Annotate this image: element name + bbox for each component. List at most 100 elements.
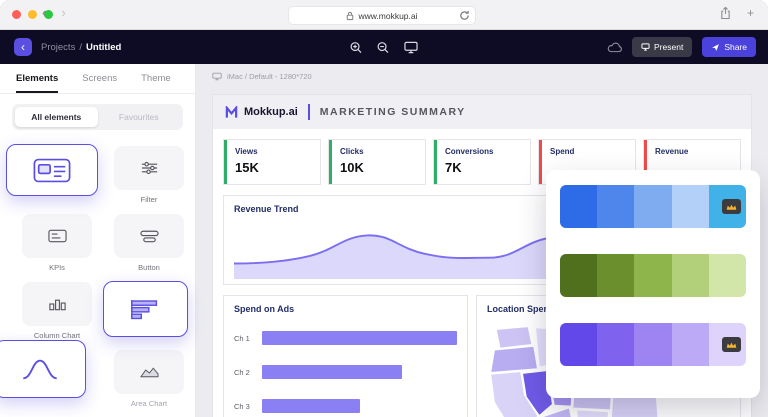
browser-window: ‹ › www.mokkup.ai + ‹ Projects / Unt — [0, 0, 768, 417]
color-swatch — [634, 323, 671, 366]
color-palette-panel — [546, 170, 760, 398]
address-bar[interactable]: www.mokkup.ai — [288, 6, 476, 25]
color-swatch — [597, 254, 634, 297]
area-chart-icon — [140, 365, 159, 379]
bar-row: Ch 2 — [234, 362, 457, 382]
app-header: ‹ Projects / Untitled — [0, 30, 768, 64]
premium-crown-badge — [722, 199, 741, 214]
breadcrumb-projects[interactable]: Projects — [41, 42, 75, 53]
breadcrumb-untitled: Untitled — [86, 42, 121, 53]
zoom-in-icon[interactable] — [350, 41, 363, 54]
kpi-value: 15K — [235, 160, 312, 175]
browser-forward-button[interactable]: › — [61, 5, 65, 20]
share-page-icon[interactable] — [720, 6, 731, 20]
bar-ch2 — [262, 365, 402, 379]
color-swatch — [672, 185, 709, 228]
kpi-label: Clicks — [340, 147, 417, 156]
kpi-label: Revenue — [655, 147, 732, 156]
kpi-card-icon — [48, 229, 67, 243]
tile-label-button: Button — [138, 263, 160, 272]
tile-label-column-chart: Column Chart — [34, 331, 80, 340]
browser-toolbar: ‹ › www.mokkup.ai + — [0, 0, 768, 30]
dragged-element-area-curve[interactable] — [0, 340, 86, 398]
tile-label-kpis: KPIs — [49, 263, 65, 272]
tab-elements[interactable]: Elements — [16, 73, 58, 84]
kpi-label: Conversions — [445, 147, 522, 156]
lock-icon — [346, 11, 354, 21]
color-swatch — [597, 323, 634, 366]
kpi-card-clicks[interactable]: Clicks 10K — [328, 139, 426, 185]
cloud-sync-icon — [607, 42, 622, 53]
button-element-icon — [140, 229, 159, 243]
minimize-window-button[interactable] — [28, 10, 37, 19]
share-plane-icon — [711, 43, 720, 52]
element-tile-kpis[interactable]: KPIs — [16, 214, 98, 282]
element-tile-area-chart[interactable]: Area Chart — [108, 350, 190, 417]
kpi-accent-bar — [329, 140, 332, 184]
spend-on-ads-card[interactable]: Spend on Ads Ch 1 Ch 2 Ch 3 — [223, 295, 468, 417]
url-text: www.mokkup.ai — [358, 11, 417, 21]
elements-filter-toggle: All elements Favourites — [12, 104, 183, 130]
new-tab-icon[interactable]: + — [747, 6, 754, 20]
dragged-element-image-card[interactable] — [6, 144, 98, 196]
bell-curve-icon — [20, 356, 60, 382]
color-swatch — [709, 254, 746, 297]
bar-chart-icon — [129, 298, 163, 321]
tile-label-area-chart: Area Chart — [131, 399, 167, 408]
share-button[interactable]: Share — [702, 37, 756, 57]
palette-row-green[interactable] — [560, 254, 746, 297]
app-back-button[interactable]: ‹ — [14, 38, 32, 56]
color-swatch — [597, 185, 634, 228]
header-divider — [308, 104, 310, 120]
color-swatch — [672, 323, 709, 366]
color-swatch — [634, 185, 671, 228]
element-tile-button[interactable]: Button — [108, 214, 190, 282]
tile-label-filter: Filter — [141, 195, 158, 204]
column-chart-icon — [48, 297, 67, 311]
present-button-label: Present — [654, 42, 683, 52]
color-swatch — [672, 254, 709, 297]
bar-row: Ch 3 — [234, 396, 457, 416]
kpi-value: 7K — [445, 160, 522, 175]
bar-category-label: Ch 1 — [234, 334, 262, 343]
palette-row-blue[interactable] — [560, 185, 746, 228]
dashboard-title: MARKETING SUMMARY — [320, 106, 466, 118]
browser-back-button[interactable]: ‹ — [42, 5, 46, 20]
spend-bars: Ch 1 Ch 2 Ch 3 — [234, 328, 457, 416]
bar-ch1 — [262, 331, 457, 345]
bar-row: Ch 1 — [234, 328, 457, 348]
device-label-text: iMac / Default - 1280*720 — [227, 72, 312, 81]
close-window-button[interactable] — [12, 10, 21, 19]
color-swatch — [560, 185, 597, 228]
dragged-element-bar-chart[interactable] — [103, 281, 188, 337]
kpi-accent-bar — [224, 140, 227, 184]
bar-category-label: Ch 2 — [234, 368, 262, 377]
color-swatch — [560, 254, 597, 297]
tab-screens[interactable]: Screens — [82, 73, 117, 84]
tab-theme[interactable]: Theme — [141, 73, 171, 84]
element-tile-filter[interactable]: Filter — [108, 146, 190, 214]
present-button[interactable]: Present — [632, 37, 692, 57]
preview-monitor-icon[interactable] — [404, 41, 419, 54]
segment-favourites[interactable]: Favourites — [98, 107, 181, 127]
device-frame-label: iMac / Default - 1280*720 — [212, 72, 312, 81]
kpi-accent-bar — [539, 140, 542, 184]
share-button-label: Share — [724, 42, 747, 52]
segment-all-elements[interactable]: All elements — [15, 107, 98, 127]
palette-row-purple[interactable] — [560, 323, 746, 366]
kpi-value: 10K — [340, 160, 417, 175]
filter-icon — [140, 161, 159, 175]
zoom-out-icon[interactable] — [377, 41, 390, 54]
kpi-card-conversions[interactable]: Conversions 7K — [433, 139, 531, 185]
present-monitor-icon — [641, 43, 650, 51]
dashboard-brand: Mokkup.ai — [244, 106, 298, 118]
color-swatch — [634, 254, 671, 297]
mokkup-logo-icon — [225, 106, 238, 119]
kpi-accent-bar — [434, 140, 437, 184]
breadcrumb: Projects / Untitled — [41, 42, 121, 53]
reload-icon[interactable] — [459, 10, 470, 21]
image-card-icon — [33, 158, 71, 183]
kpi-card-views[interactable]: Views 15K — [223, 139, 321, 185]
kpi-label: Spend — [550, 147, 627, 156]
device-monitor-icon — [212, 72, 222, 81]
